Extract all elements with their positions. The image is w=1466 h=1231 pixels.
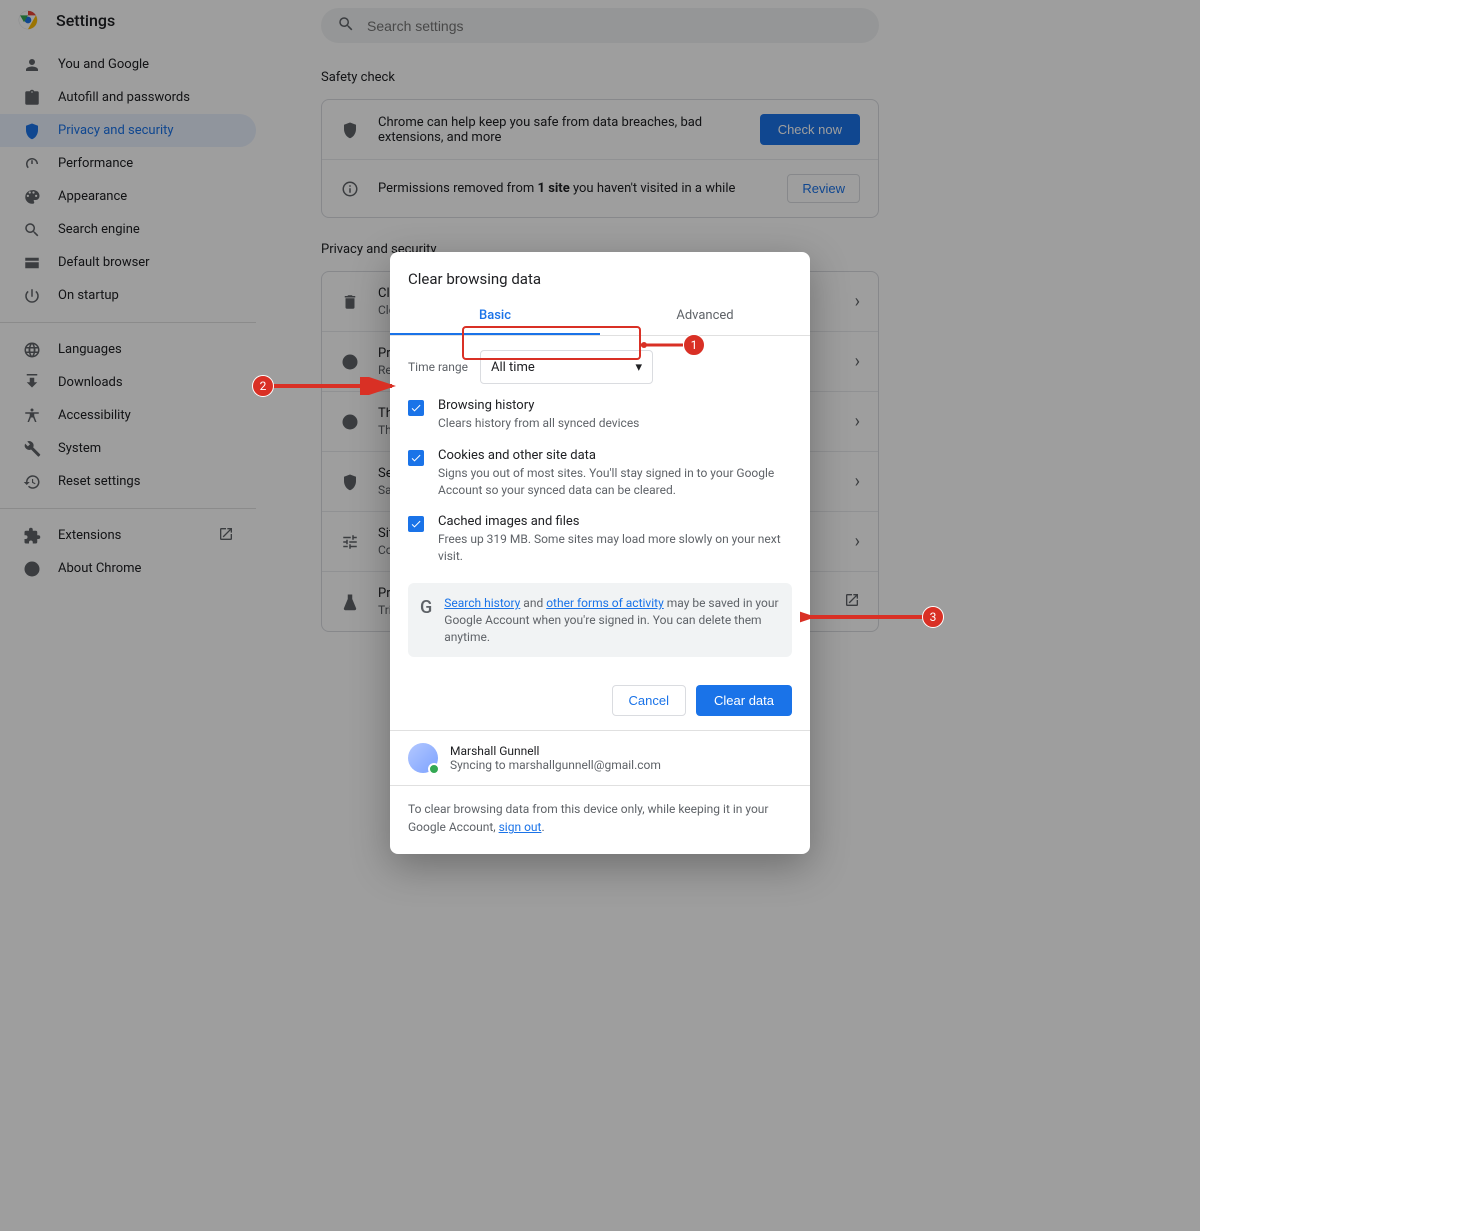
time-range-value: All time — [491, 360, 535, 375]
chk-title: Browsing history — [438, 398, 792, 413]
profile-name: Marshall Gunnell — [450, 744, 661, 758]
google-g-icon: G — [420, 595, 432, 645]
profile-sync: Syncing to marshallgunnell@gmail.com — [450, 758, 661, 772]
checkbox-browsing-history[interactable] — [408, 400, 424, 416]
clear-data-button[interactable]: Clear data — [696, 685, 792, 716]
chk-sub: Frees up 319 MB. Some sites may load mor… — [438, 531, 792, 565]
sync-status-icon — [428, 763, 440, 775]
avatar — [408, 743, 438, 773]
cancel-button[interactable]: Cancel — [612, 685, 686, 716]
sign-out-link[interactable]: sign out — [499, 820, 542, 834]
footer-note: To clear browsing data from this device … — [390, 785, 810, 854]
time-range-label: Time range — [408, 360, 468, 374]
checkbox-cached[interactable] — [408, 516, 424, 532]
profile-row: Marshall Gunnell Syncing to marshallgunn… — [390, 730, 810, 785]
chk-sub: Signs you out of most sites. You'll stay… — [438, 465, 792, 499]
chk-title: Cookies and other site data — [438, 448, 792, 463]
time-range-select[interactable]: All time ▾ — [480, 350, 653, 384]
tab-basic[interactable]: Basic — [390, 298, 600, 335]
chevron-down-icon: ▾ — [636, 360, 643, 375]
chk-title: Cached images and files — [438, 514, 792, 529]
tab-advanced[interactable]: Advanced — [600, 298, 810, 335]
clear-browsing-data-dialog: Clear browsing data Basic Advanced Time … — [390, 252, 810, 854]
other-activity-link[interactable]: other forms of activity — [546, 596, 664, 610]
chk-sub: Clears history from all synced devices — [438, 415, 792, 432]
dialog-title: Clear browsing data — [390, 252, 810, 298]
checkbox-cookies[interactable] — [408, 450, 424, 466]
info-box: G Search history and other forms of acti… — [408, 583, 792, 657]
search-history-link[interactable]: Search history — [444, 596, 520, 610]
